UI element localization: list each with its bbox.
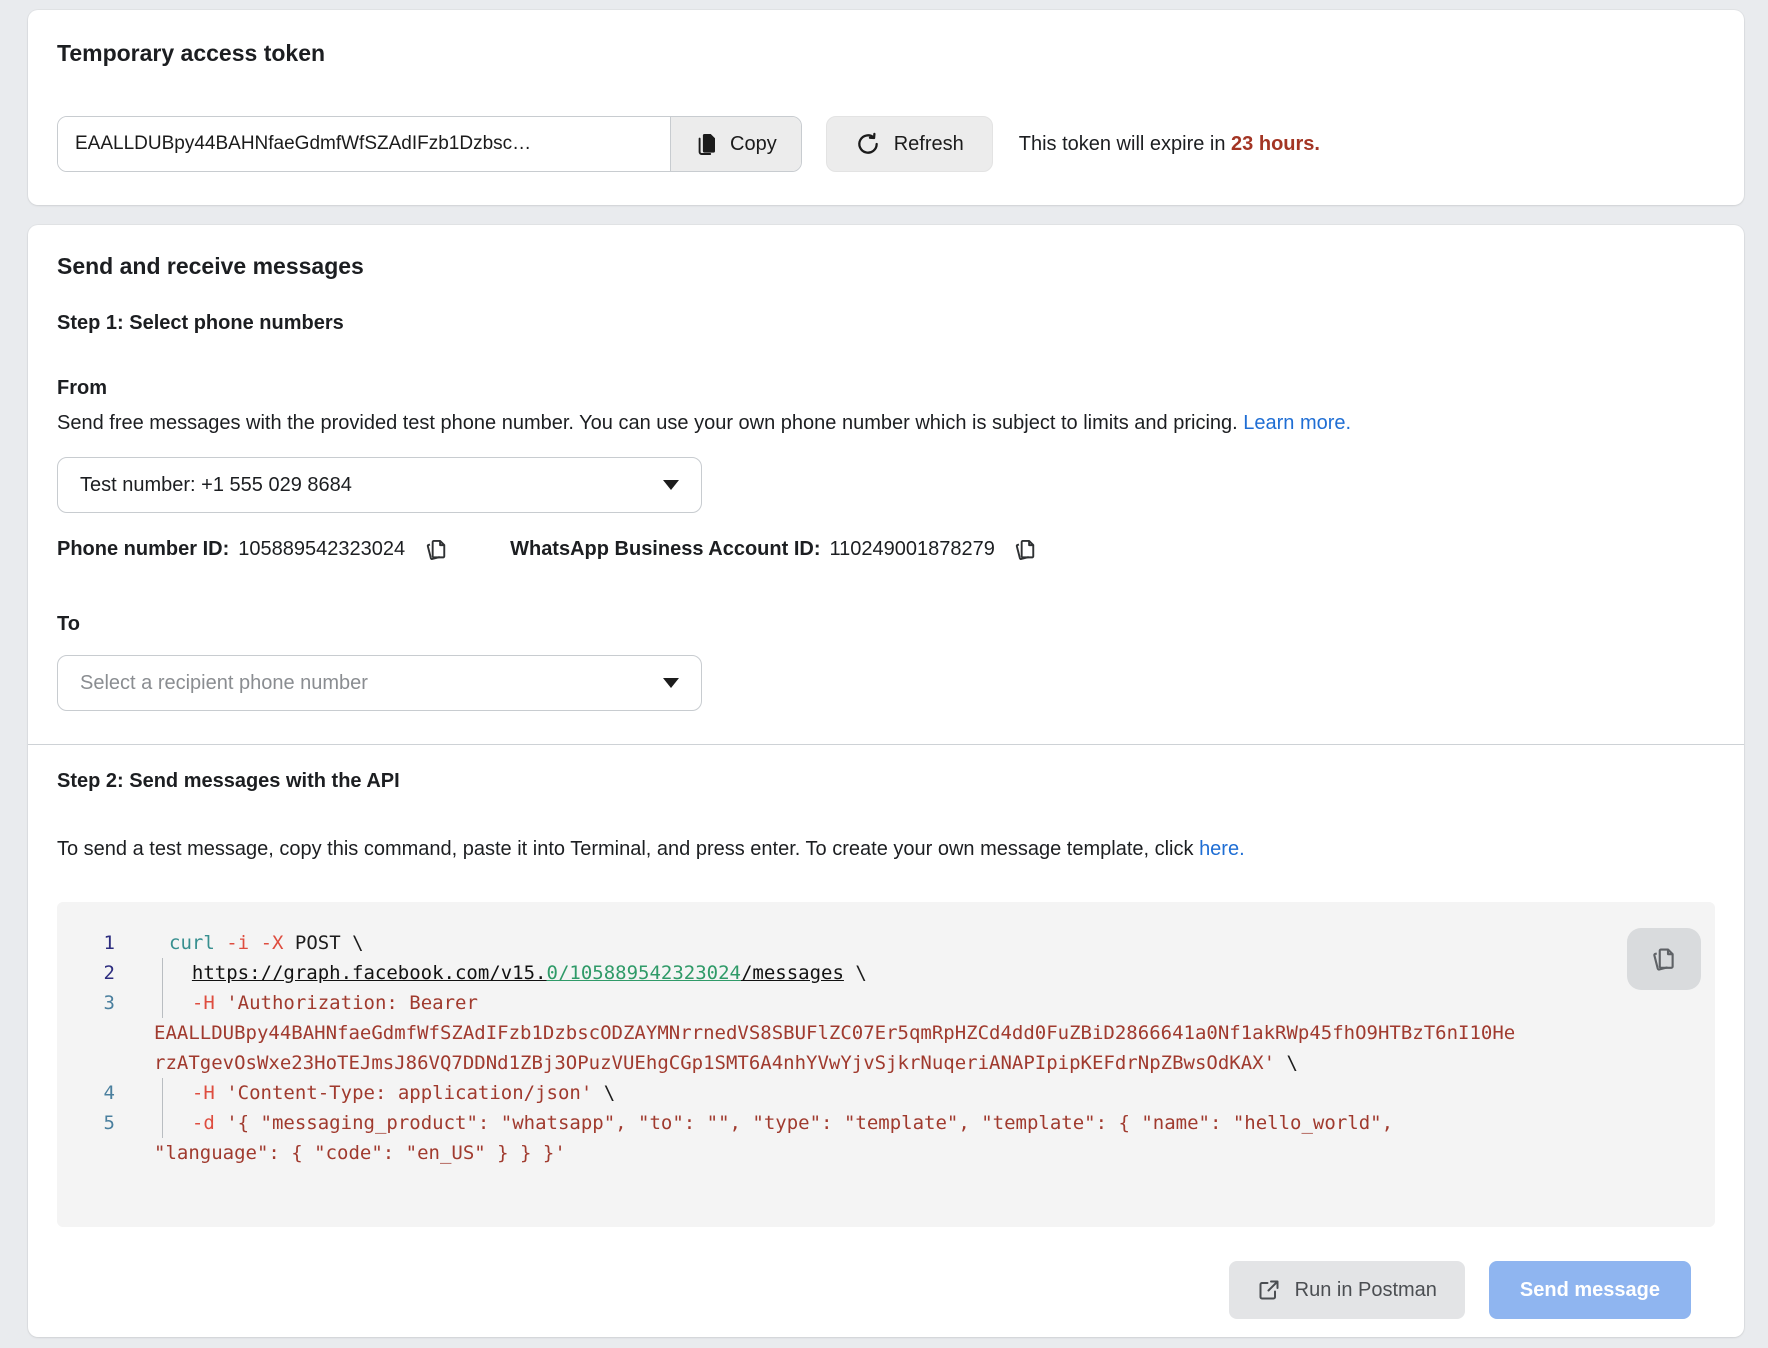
ids-row: Phone number ID: 105889542323024 WhatsAp… bbox=[57, 533, 1715, 565]
token-card-title: Temporary access token bbox=[57, 10, 1715, 67]
copy-icon bbox=[695, 132, 719, 156]
copy-phone-id-button[interactable] bbox=[420, 533, 452, 565]
access-token-field[interactable] bbox=[58, 117, 670, 171]
refresh-icon bbox=[855, 131, 881, 157]
curl-code-block: 1curl -i -X POST \2 https://graph.facebo… bbox=[57, 902, 1715, 1227]
code-line: 3 -H 'Authorization: Bearer bbox=[57, 988, 1715, 1018]
footer-actions: Run in Postman Send message bbox=[57, 1261, 1715, 1319]
code-text: -H 'Content-Type: application/json' \ bbox=[163, 1078, 615, 1108]
copy-outline-icon bbox=[423, 536, 450, 563]
code-line: 2 https://graph.facebook.com/v15.0/10588… bbox=[57, 958, 1715, 988]
code-text: EAALLDUBpy44BAHNfaeGdmfWfSZAdIFzb1DzbscO… bbox=[148, 1018, 1515, 1048]
to-number-placeholder: Select a recipient phone number bbox=[80, 672, 368, 695]
caret-down-icon bbox=[663, 678, 679, 688]
send-message-label: Send message bbox=[1520, 1279, 1660, 1301]
refresh-token-button[interactable]: Refresh bbox=[826, 116, 993, 172]
indent-guide bbox=[115, 928, 163, 958]
code-line: EAALLDUBpy44BAHNfaeGdmfWfSZAdIFzb1DzbscO… bbox=[57, 1018, 1715, 1048]
send-message-button[interactable]: Send message bbox=[1489, 1261, 1691, 1319]
indent-guide bbox=[115, 1108, 163, 1138]
send-receive-messages-card: Send and receive messages Step 1: Select… bbox=[28, 225, 1744, 1337]
code-line: 1 curl -i -X POST \ bbox=[57, 928, 1715, 958]
code-text: "language": { "code": "en_US" } } }' bbox=[148, 1138, 566, 1168]
run-in-postman-button[interactable]: Run in Postman bbox=[1229, 1261, 1465, 1319]
external-link-icon bbox=[1257, 1278, 1281, 1302]
line-number: 1 bbox=[57, 928, 115, 958]
here-link[interactable]: here. bbox=[1199, 838, 1245, 860]
code-text: -H 'Authorization: Bearer bbox=[163, 988, 478, 1018]
from-number-value: Test number: +1 555 029 8684 bbox=[80, 474, 352, 497]
learn-more-link[interactable]: Learn more. bbox=[1243, 412, 1351, 434]
code-text: -d '{ "messaging_product": "whatsapp", "… bbox=[163, 1108, 1393, 1138]
copy-code-button[interactable] bbox=[1627, 928, 1701, 990]
line-number: 5 bbox=[57, 1108, 115, 1138]
copy-outline-icon bbox=[1012, 536, 1039, 563]
indent-guide bbox=[115, 958, 163, 988]
line-number: 3 bbox=[57, 988, 115, 1018]
code-line: "language": { "code": "en_US" } } }' bbox=[57, 1138, 1715, 1168]
step2-help-text: To send a test message, copy this comman… bbox=[57, 837, 1715, 862]
from-help-text: Send free messages with the provided tes… bbox=[57, 411, 1715, 436]
code-text: rzATgevOsWxe23HoTEJmsJ86VQ7DDNd1ZBj3OPuz… bbox=[148, 1048, 1298, 1078]
step2-heading: Step 2: Send messages with the API bbox=[57, 771, 1715, 791]
indent-guide bbox=[115, 988, 163, 1018]
line-number: 2 bbox=[57, 958, 115, 988]
copy-waba-id-button[interactable] bbox=[1010, 533, 1042, 565]
step2-help-body: To send a test message, copy this comman… bbox=[57, 838, 1194, 860]
messages-card-title: Send and receive messages bbox=[57, 225, 1715, 280]
token-expiry-text: This token will expire in 23 hours. bbox=[1019, 133, 1320, 156]
expiry-prefix: This token will expire in bbox=[1019, 133, 1226, 155]
run-in-postman-label: Run in Postman bbox=[1295, 1279, 1437, 1302]
caret-down-icon bbox=[663, 480, 679, 490]
to-label: To bbox=[57, 614, 1715, 634]
code-rows: 1curl -i -X POST \2 https://graph.facebo… bbox=[57, 928, 1715, 1168]
phone-number-id-label: Phone number ID: bbox=[57, 538, 229, 561]
from-number-select[interactable]: Test number: +1 555 029 8684 bbox=[57, 457, 702, 513]
copy-outline-icon bbox=[1649, 944, 1679, 974]
token-input-group: Copy bbox=[57, 116, 802, 172]
waba-id-label: WhatsApp Business Account ID: bbox=[510, 538, 820, 561]
from-help-body: Send free messages with the provided tes… bbox=[57, 412, 1238, 434]
section-divider bbox=[28, 744, 1744, 745]
expiry-hours: 23 hours. bbox=[1231, 133, 1320, 155]
code-text: curl -i -X POST \ bbox=[163, 928, 364, 958]
waba-id-value: 110249001878279 bbox=[829, 538, 994, 561]
code-line: rzATgevOsWxe23HoTEJmsJ86VQ7DDNd1ZBj3OPuz… bbox=[57, 1048, 1715, 1078]
from-label: From bbox=[57, 378, 1715, 398]
code-line: 4 -H 'Content-Type: application/json' \ bbox=[57, 1078, 1715, 1108]
token-row: Copy Refresh This token will expire in 2… bbox=[57, 116, 1715, 172]
code-line: 5 -d '{ "messaging_product": "whatsapp",… bbox=[57, 1108, 1715, 1138]
copy-token-button[interactable]: Copy bbox=[670, 117, 801, 171]
refresh-label: Refresh bbox=[894, 133, 964, 156]
phone-number-id-value: 105889542323024 bbox=[238, 538, 405, 561]
step1-heading: Step 1: Select phone numbers bbox=[57, 313, 1715, 333]
code-text: https://graph.facebook.com/v15.0/1058895… bbox=[163, 958, 867, 988]
copy-label: Copy bbox=[730, 133, 777, 156]
to-number-select[interactable]: Select a recipient phone number bbox=[57, 655, 702, 711]
indent-guide bbox=[115, 1078, 163, 1108]
line-number: 4 bbox=[57, 1078, 115, 1108]
temporary-access-token-card: Temporary access token Copy bbox=[28, 10, 1744, 205]
